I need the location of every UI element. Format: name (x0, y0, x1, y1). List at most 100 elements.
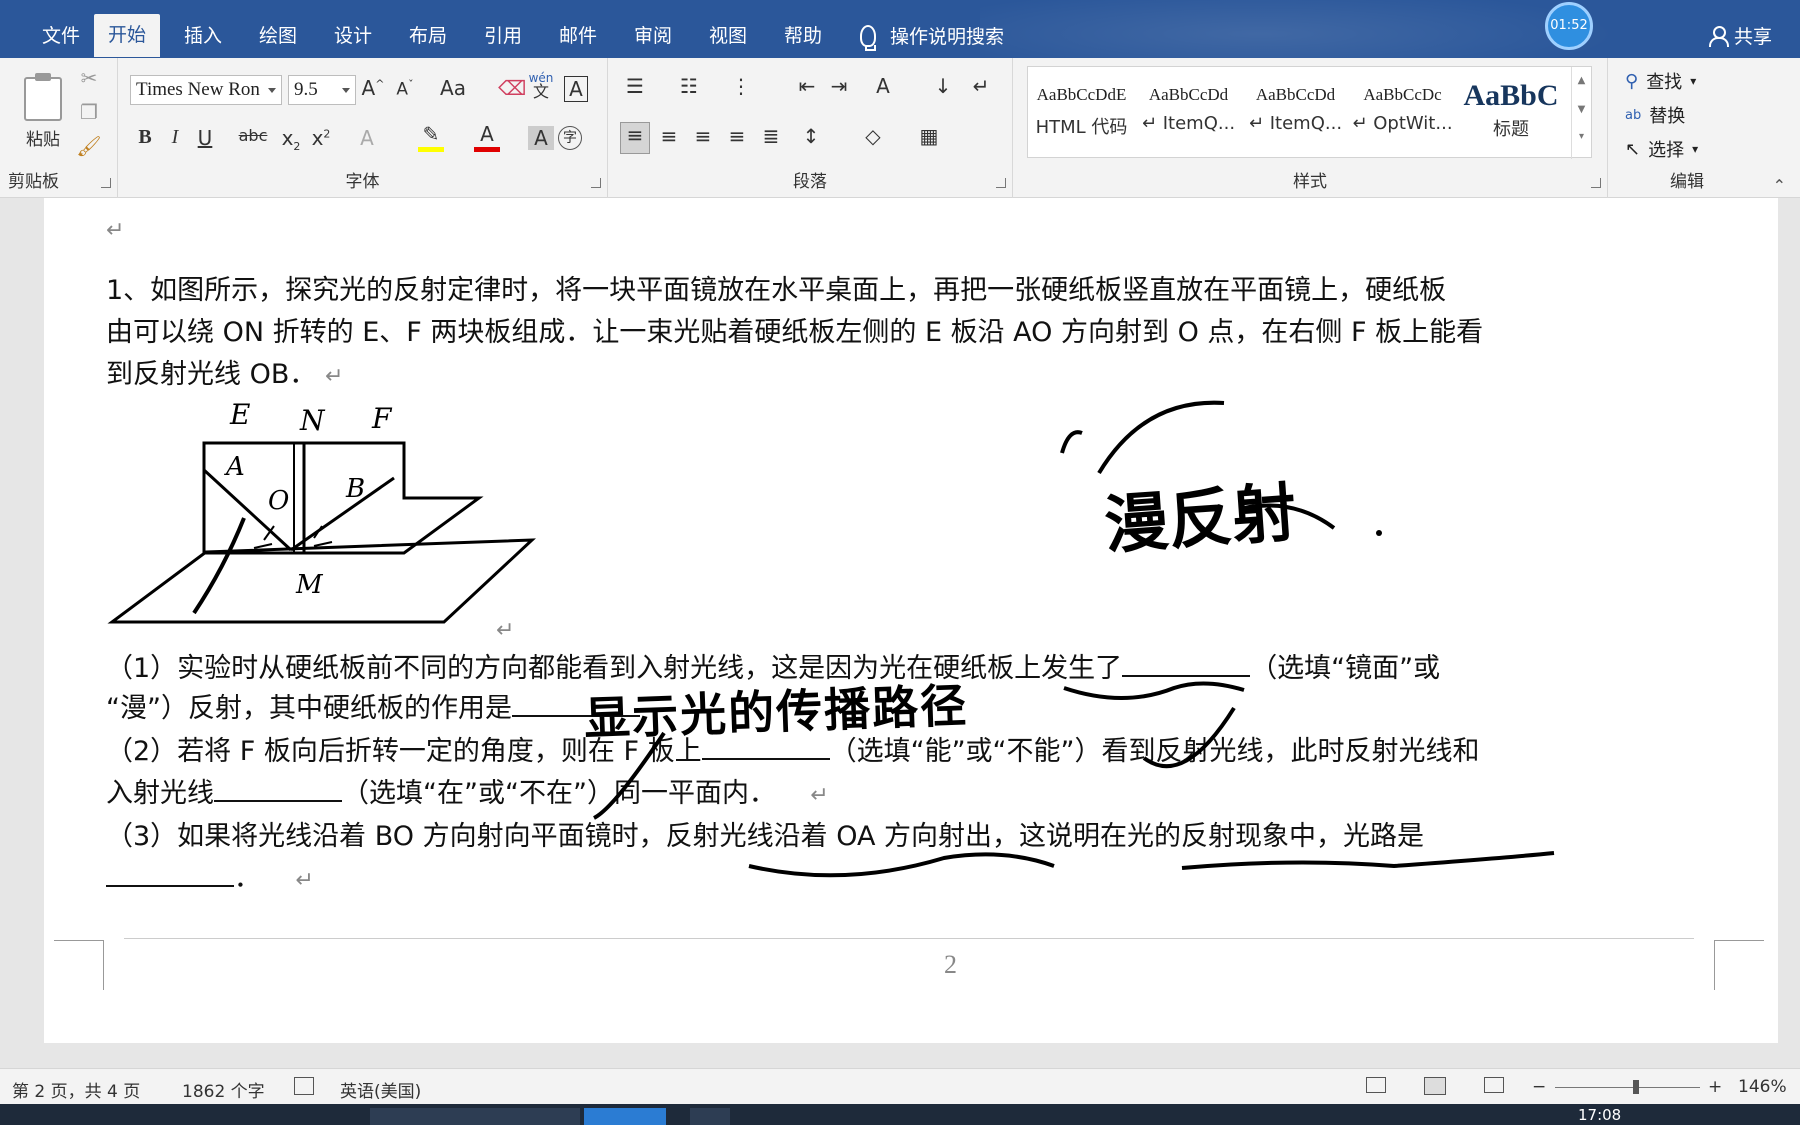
zoom-slider-thumb[interactable] (1633, 1080, 1639, 1094)
clear-formatting-icon[interactable]: ⌫ (498, 76, 526, 100)
chevron-up-icon[interactable]: ▲ (1572, 75, 1591, 86)
page-count[interactable]: 第 2 页，共 4 页 (12, 1077, 140, 1102)
style-name: HTML 代码 (1035, 117, 1128, 138)
align-right-icon[interactable]: ≡ (690, 124, 716, 148)
numbering-icon[interactable]: ☷ (676, 74, 702, 98)
line-spacing-icon[interactable]: ↕ (798, 124, 824, 148)
clipboard-launcher-icon[interactable] (101, 178, 111, 188)
styles-launcher-icon[interactable] (1591, 178, 1601, 188)
answer-blank[interactable] (214, 776, 342, 802)
tab-draw[interactable]: 绘图 (245, 15, 311, 58)
text-effects-icon[interactable]: A (354, 126, 380, 150)
font-size-box[interactable]: 9.5 (288, 75, 356, 105)
zoom-in-button[interactable]: + (1708, 1077, 1722, 1097)
proofing-icon[interactable] (294, 1077, 314, 1095)
format-painter-icon[interactable]: 🖌 (76, 134, 102, 158)
tab-view[interactable]: 视图 (695, 15, 761, 58)
taskbar: 17:08 (0, 1104, 1800, 1125)
style-html-code[interactable]: AaBbCcDdE HTML 代码 (1028, 67, 1135, 159)
zoom-out-button[interactable]: − (1532, 1077, 1546, 1097)
character-shading-icon[interactable]: A (528, 126, 554, 150)
subquestion-1-line-2: “漫”）反射，其中硬纸板的作用是 (106, 688, 640, 730)
more-styles-icon[interactable]: ▾ (1572, 131, 1591, 142)
tab-file[interactable]: 文件 (28, 15, 94, 58)
word-count[interactable]: 1862 个字 (182, 1077, 265, 1102)
subquestion-1-option: （选填“镜面”或 (1250, 653, 1441, 684)
subscript-icon[interactable]: x2 (278, 126, 304, 153)
enclose-characters-icon[interactable]: 字 (558, 126, 582, 150)
superscript-icon[interactable]: x2 (308, 126, 334, 150)
zoom-level[interactable]: 146% (1738, 1077, 1787, 1097)
style-itemq-1[interactable]: AaBbCcDd ↵ ItemQ... (1135, 67, 1242, 159)
tab-references[interactable]: 引用 (470, 15, 536, 58)
collapse-ribbon-icon[interactable]: ⌃ (1773, 176, 1786, 195)
font-launcher-icon[interactable] (591, 178, 601, 188)
text-direction-icon[interactable]: A (870, 74, 896, 98)
styles-scrollbar[interactable]: ▲ ▼ ▾ (1571, 67, 1591, 159)
change-case-icon[interactable]: Aa (434, 76, 472, 100)
read-mode-icon[interactable] (1366, 1077, 1386, 1093)
cut-icon[interactable]: ✂ (76, 66, 102, 90)
subquestion-2-line-2: 入射光线 （选填“在”或“不在”）同一平面内． ↵ (106, 773, 829, 817)
font-color-icon[interactable]: A (474, 122, 500, 152)
bullets-icon[interactable]: ☰ (622, 74, 648, 98)
style-heading[interactable]: AaBbC 标题 (1456, 67, 1566, 159)
character-border-icon[interactable]: A (564, 76, 588, 102)
shrink-font-icon[interactable]: Aˇ (392, 78, 418, 100)
document-page[interactable]: ↵ 1、如图所示，探究光的反射定律时，将一块平面镜放在水平桌面上，再把一张硬纸板… (44, 198, 1778, 1043)
show-marks-icon[interactable]: ↵ (968, 74, 994, 98)
phonetic-guide-icon[interactable]: wén 文 (528, 72, 554, 100)
answer-blank[interactable] (106, 861, 234, 887)
style-itemq-2[interactable]: AaBbCcDd ↵ ItemQ... (1242, 67, 1349, 159)
italic-icon[interactable]: I (162, 126, 188, 149)
bold-icon[interactable]: B (132, 126, 158, 149)
tab-review[interactable]: 审阅 (620, 15, 686, 58)
zoom-slider[interactable] (1555, 1087, 1700, 1088)
paste-button[interactable]: 粘贴 (18, 68, 68, 158)
sort-icon[interactable]: ↓ (930, 74, 956, 98)
distributed-icon[interactable]: ≣ (758, 124, 784, 148)
tab-mailings[interactable]: 邮件 (545, 15, 611, 58)
highlight-icon[interactable]: ✎ (418, 122, 444, 152)
style-optwit[interactable]: AaBbCcDc ↵ OptWit... (1349, 67, 1456, 159)
share-button[interactable]: 共享 (1708, 22, 1772, 49)
figure-paragraph-mark: ↵ (496, 608, 514, 652)
taskbar-clock[interactable]: 17:08 (1578, 1106, 1621, 1124)
paragraph-launcher-icon[interactable] (996, 178, 1006, 188)
answer-blank[interactable] (1122, 651, 1251, 677)
tab-layout[interactable]: 布局 (395, 15, 461, 58)
align-left-icon[interactable]: ≡ (620, 122, 650, 154)
shading-icon[interactable]: ◇ (860, 124, 886, 148)
grow-font-icon[interactable]: A^ (360, 76, 386, 100)
justify-icon[interactable]: ≡ (724, 124, 750, 148)
font-size-value: 9.5 (294, 79, 318, 100)
tab-insert[interactable]: 插入 (170, 15, 236, 58)
chevron-down-icon[interactable]: ▼ (1572, 104, 1591, 115)
increase-indent-icon[interactable]: ⇥ (826, 74, 852, 98)
font-name-box[interactable]: Times New Ron (130, 75, 282, 105)
subquestion-3-line-1: （3）如果将光线沿着 BO 方向射向平面镜时，反射光线沿着 OA 方向射出，这说… (106, 821, 1425, 852)
select-button[interactable]: ↖ 选择 ▾ (1625, 136, 1698, 162)
tab-help[interactable]: 帮助 (770, 15, 836, 58)
decrease-indent-icon[interactable]: ⇤ (794, 74, 820, 98)
tell-me-search[interactable]: 操作说明搜索 (860, 22, 1004, 51)
answer-blank[interactable] (701, 734, 830, 760)
borders-icon[interactable]: ▦ (916, 124, 942, 148)
multilevel-list-icon[interactable]: ⋮ (728, 74, 754, 98)
replace-button[interactable]: ab 替换 (1625, 102, 1685, 128)
tab-home[interactable]: 开始 (94, 14, 161, 57)
font-group: Times New Ron 9.5 A^ Aˇ Aa ⌫ wén 文 A B I … (118, 58, 608, 198)
language-indicator[interactable]: 英语(美国) (340, 1077, 421, 1102)
underline-icon[interactable]: U (192, 126, 218, 150)
strikethrough-icon[interactable]: abc (236, 126, 270, 145)
tab-design[interactable]: 设计 (320, 15, 386, 58)
copy-icon[interactable]: ❐ (76, 100, 102, 124)
taskbar-app[interactable] (370, 1108, 580, 1125)
find-button[interactable]: ⚲ 查找 ▾ (1625, 68, 1696, 94)
print-layout-icon[interactable] (1424, 1077, 1446, 1095)
align-center-icon[interactable]: ≡ (656, 124, 682, 148)
taskbar-app[interactable] (690, 1108, 730, 1125)
web-layout-icon[interactable] (1484, 1077, 1504, 1093)
taskbar-app-active[interactable] (584, 1108, 666, 1125)
figure-label-e: E (230, 398, 251, 431)
